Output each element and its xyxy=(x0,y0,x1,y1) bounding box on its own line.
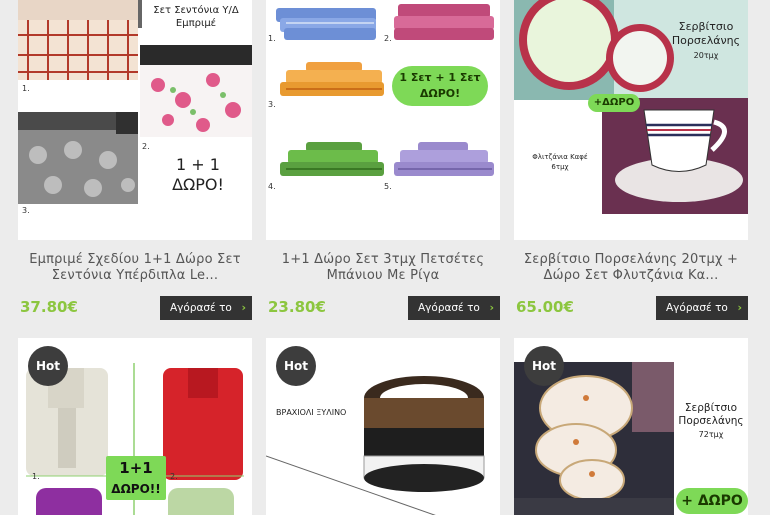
buy-button-label: Αγόρασέ το xyxy=(170,302,232,314)
product-title-line[interactable]: Εμπριμέ Σχεδίου 1+1 Δώρο Σετ xyxy=(29,252,240,267)
product-card[interactable]: Hot 1+1 ΔΩΡΟ!! 1. 2. xyxy=(18,338,252,515)
image-count: 72τμχ xyxy=(698,430,724,439)
product-title[interactable]: Εμπριμέ Σχεδίου 1+1 Δώρο Σετ Σεντόνια Υπ… xyxy=(18,252,252,284)
offer-badge: 1 Σετ + 1 Σετ ΔΩΡΟ! xyxy=(392,66,488,106)
buy-button[interactable]: Αγόρασέ το › xyxy=(656,296,748,320)
product-image[interactable]: 1 Σετ + 1 Σετ ΔΩΡΟ! 1. 2. 3. 4. 5. xyxy=(266,0,500,240)
image-count: 20τμχ xyxy=(693,51,719,60)
hot-badge: Hot xyxy=(28,346,68,386)
hot-badge: Hot xyxy=(276,346,316,386)
offer-line: ΔΩΡΟ! xyxy=(172,175,224,194)
gift-badge: +ΔΩΡΟ xyxy=(588,94,640,112)
product-title[interactable]: Σερβίτσιο Πορσελάνης 20τμχ + Δώρο Σετ Φλ… xyxy=(514,252,748,284)
offer-line: ΔΩΡΟ! xyxy=(419,87,461,100)
offer-line: 1 + 1 xyxy=(176,155,220,174)
product-title-line[interactable]: 1+1 Δώρο Σετ 3τμχ Πετσέτες xyxy=(282,252,484,267)
product-image[interactable]: Hot Σερβίτσιο Πορσελάνης 72τμχ + ΔΩΡΟ xyxy=(514,338,748,515)
image-number: 2. xyxy=(384,34,392,43)
image-name-line: Σερβίτσιο xyxy=(684,402,738,414)
product-price: 23.80€ xyxy=(268,298,326,316)
image-header-line: Σετ Σεντόνια Υ/Δ xyxy=(153,5,239,16)
buy-button[interactable]: Αγόρασέ το › xyxy=(408,296,500,320)
gift-badge: + ΔΩΡΟ xyxy=(676,488,748,514)
image-header-line: Εμπριμέ xyxy=(175,18,217,29)
image-header: Σετ Σεντόνια Υ/Δ Εμπριμέ xyxy=(140,4,252,30)
image-name-line: Σερβίτσιο xyxy=(678,20,734,33)
product-title-line[interactable]: Σεντόνια Υπέρδιπλα Le... xyxy=(52,268,218,283)
product-image[interactable]: Σερβίτσιο Πορσελάνης 20τμχ +ΔΩΡΟ Φλιτζάν… xyxy=(514,0,748,240)
image-name-line: Πορσελάνης xyxy=(678,415,744,427)
chevron-right-icon: › xyxy=(241,301,246,314)
image-number: 1. xyxy=(32,472,40,481)
product-image[interactable]: Hot ΒΡΑΧΙΟΛΙ ΞΥΛΙΝΟ xyxy=(266,338,500,515)
cups-label: Φλιτζάνια Καφέ 6τμχ xyxy=(520,152,600,172)
image-number: 1. xyxy=(22,84,30,93)
towels-collage xyxy=(276,4,494,176)
image-number: 4. xyxy=(268,182,276,191)
image-label: ΒΡΑΧΙΟΛΙ ΞΥΛΙΝΟ xyxy=(276,408,347,417)
offer-line: ΔΩΡΟ!! xyxy=(111,482,161,496)
product-title-line[interactable]: Μπάνιου Με Ρίγα xyxy=(327,268,440,283)
offer-badge: 1+1 ΔΩΡΟ!! xyxy=(106,456,166,500)
image-number: 5. xyxy=(384,182,392,191)
cups-label-line: 6τμχ xyxy=(551,163,569,171)
image-number: 1. xyxy=(268,34,276,43)
product-grid: Σετ Σεντόνια Υ/Δ Εμπριμέ 1 + 1 ΔΩΡΟ! 1. … xyxy=(0,0,770,515)
product-card[interactable]: 1 Σετ + 1 Σετ ΔΩΡΟ! 1. 2. 3. 4. 5. xyxy=(266,0,500,240)
image-number: 2. xyxy=(142,142,150,151)
product-price: 37.80€ xyxy=(20,298,78,316)
product-card[interactable]: Σερβίτσιο Πορσελάνης 20τμχ +ΔΩΡΟ Φλιτζάν… xyxy=(514,0,748,240)
product-card[interactable]: Hot ΒΡΑΧΙΟΛΙ ΞΥΛΙΝΟ xyxy=(266,338,500,515)
buy-button-label: Αγόρασέ το xyxy=(418,302,480,314)
product-title[interactable]: 1+1 Δώρο Σετ 3τμχ Πετσέτες Μπάνιου Με Ρί… xyxy=(266,252,500,284)
product-price: 65.00€ xyxy=(516,298,574,316)
offer-line: 1 Σετ + 1 Σετ xyxy=(399,71,481,84)
hot-badge: Hot xyxy=(524,346,564,386)
image-product-name: Σερβίτσιο Πορσελάνης 20τμχ xyxy=(664,20,748,63)
bedsheets-collage xyxy=(18,0,252,204)
chevron-right-icon: › xyxy=(489,301,494,314)
product-image[interactable]: Hot 1+1 ΔΩΡΟ!! 1. 2. xyxy=(18,338,252,515)
chevron-right-icon: › xyxy=(737,301,742,314)
product-image[interactable]: Σετ Σεντόνια Υ/Δ Εμπριμέ 1 + 1 ΔΩΡΟ! 1. … xyxy=(18,0,252,240)
buy-button[interactable]: Αγόρασέ το › xyxy=(160,296,252,320)
image-number: 2. xyxy=(170,472,178,481)
offer-line: 1+1 xyxy=(119,459,153,477)
product-card[interactable]: Hot Σερβίτσιο Πορσελάνης 72τμχ + ΔΩΡΟ xyxy=(514,338,748,515)
offer-text: 1 + 1 ΔΩΡΟ! xyxy=(168,155,228,195)
buy-button-label: Αγόρασέ το xyxy=(666,302,728,314)
image-number: 3. xyxy=(268,100,276,109)
cups-label-line: Φλιτζάνια Καφέ xyxy=(532,153,588,161)
product-card[interactable]: Σετ Σεντόνια Υ/Δ Εμπριμέ 1 + 1 ΔΩΡΟ! 1. … xyxy=(18,0,252,240)
image-name-line: Πορσελάνης xyxy=(671,34,741,47)
image-product-name: Σερβίτσιο Πορσελάνης 72τμχ xyxy=(674,402,748,441)
image-number: 3. xyxy=(22,206,30,215)
product-title-line[interactable]: Σερβίτσιο Πορσελάνης 20τμχ + xyxy=(524,252,738,267)
product-title-line[interactable]: Δώρο Σετ Φλυτζάνια Κα... xyxy=(544,268,719,283)
